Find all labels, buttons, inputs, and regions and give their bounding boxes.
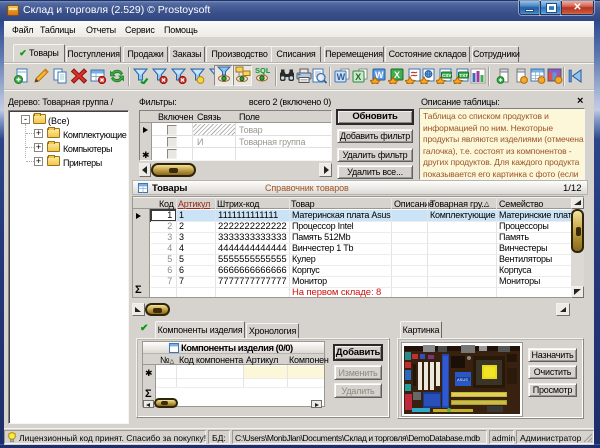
svg-text:X: X [394,70,400,80]
svg-text:W: W [337,72,346,82]
svg-text:ASUS: ASUS [457,377,468,382]
svg-text:CSV: CSV [442,73,452,78]
svg-text:X: X [355,72,361,82]
svg-text:TXT: TXT [459,73,468,78]
svg-text:SQL: SQL [255,66,270,75]
